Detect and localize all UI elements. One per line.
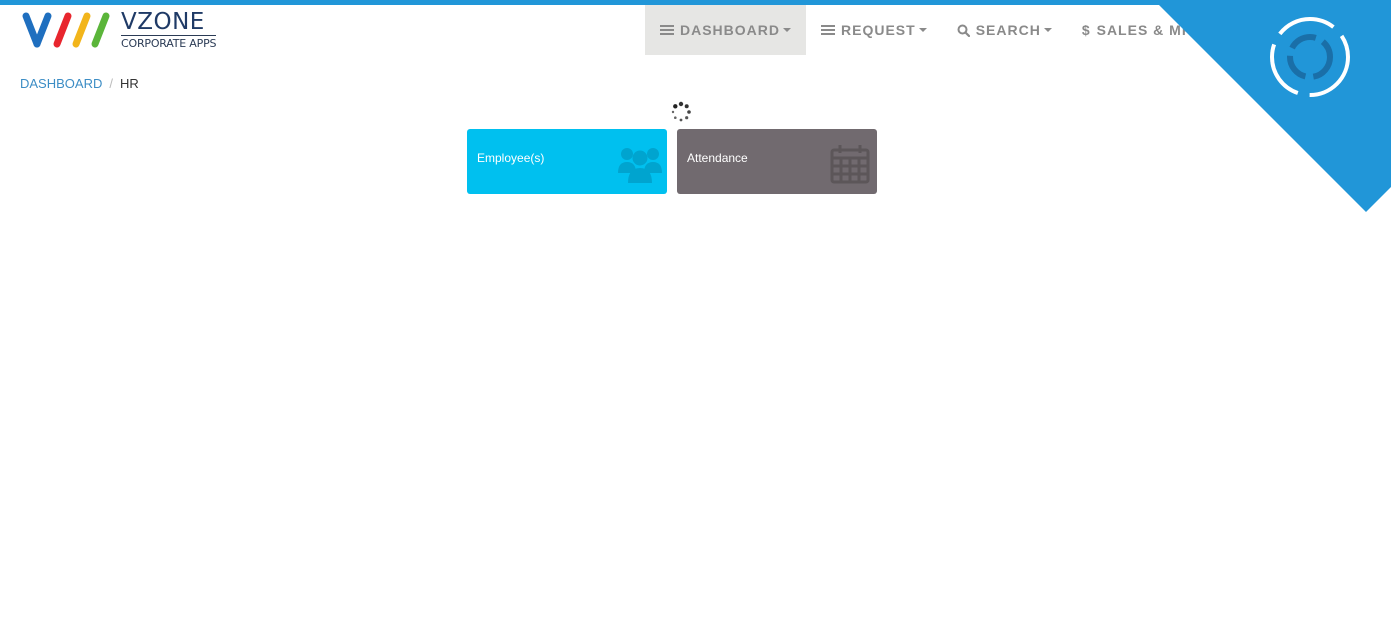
users-icon xyxy=(618,148,662,183)
caret-down-icon xyxy=(918,28,927,32)
brand-subtitle: CORPORATE APPS xyxy=(121,35,217,50)
attendance-tile-label: Attendance xyxy=(687,151,748,165)
attendance-tile[interactable]: Attendance xyxy=(677,129,877,194)
caret-down-icon xyxy=(1043,28,1052,32)
main-nav: DASHBOARD REQUEST SEARCH $ SALES & MRI xyxy=(645,5,1213,55)
loading-spinner-icon xyxy=(671,101,691,122)
nav-search-label: SEARCH xyxy=(975,22,1041,38)
breadcrumb-current: HR xyxy=(119,76,139,91)
employees-tile[interactable]: Employee(s) xyxy=(467,129,667,194)
nav-search[interactable]: SEARCH xyxy=(942,5,1067,55)
list-icon xyxy=(821,25,835,35)
vzone-logo-icon xyxy=(22,12,110,48)
nav-dashboard-label: DASHBOARD xyxy=(680,22,780,38)
employees-tile-label: Employee(s) xyxy=(477,151,545,165)
brand-logo[interactable]: VZONE CORPORATE APPS xyxy=(20,10,230,52)
breadcrumb-dashboard-link[interactable]: DASHBOARD xyxy=(20,76,102,91)
breadcrumb-separator: / xyxy=(109,76,113,91)
list-icon xyxy=(660,25,674,35)
calendar-icon xyxy=(830,145,870,184)
brand-title: VZONE xyxy=(121,9,205,35)
search-icon xyxy=(957,24,970,37)
breadcrumb: DASHBOARD / HR xyxy=(20,76,139,91)
dollar-icon: $ xyxy=(1081,22,1091,38)
caret-down-icon xyxy=(783,28,791,32)
nav-request-label: REQUEST xyxy=(841,22,916,38)
corner-ribbon xyxy=(1159,5,1391,212)
nav-request[interactable]: REQUEST xyxy=(806,5,942,55)
brand-text: VZONE CORPORATE APPS xyxy=(121,10,216,50)
nav-dashboard[interactable]: DASHBOARD xyxy=(645,5,806,55)
